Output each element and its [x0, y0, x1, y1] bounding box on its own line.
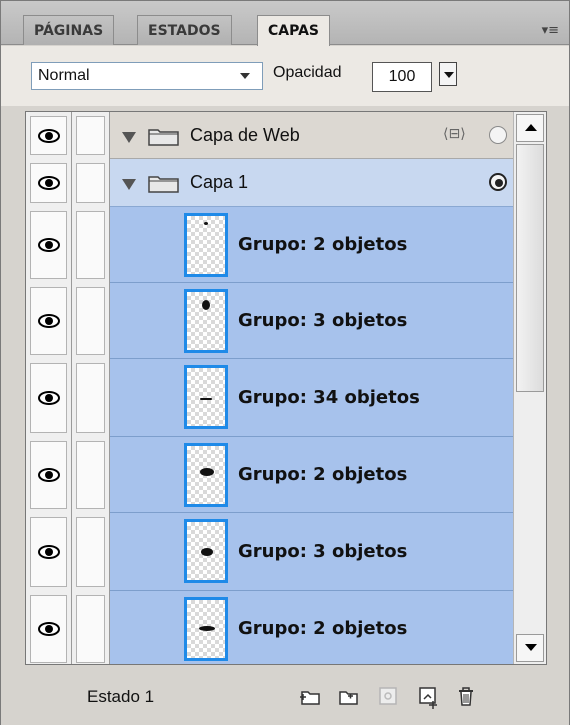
object-name: Grupo: 2 objetos [238, 233, 408, 255]
object-thumbnail [184, 365, 228, 429]
object-name: Grupo: 2 objetos [238, 463, 408, 485]
folder-icon [148, 129, 179, 146]
eye-icon [38, 468, 60, 482]
object-thumbnail [184, 519, 228, 583]
vertical-scrollbar[interactable] [513, 112, 546, 664]
eye-icon [38, 622, 60, 636]
lock-toggle[interactable] [72, 513, 110, 591]
visibility-toggle[interactable] [26, 159, 72, 207]
visibility-toggle[interactable] [26, 513, 72, 591]
panel-tab-bar: PÁGINAS ESTADOS CAPAS ▾≡ [1, 1, 569, 46]
tab-capas[interactable]: CAPAS [257, 15, 331, 46]
scroll-up-button[interactable] [516, 114, 544, 142]
visibility-toggle[interactable] [26, 283, 72, 359]
trash-icon[interactable] [453, 683, 479, 709]
layer-name: Capa 1 [190, 172, 249, 192]
layer-row-web[interactable]: Capa de Web ⟨⊟⟩ [26, 112, 513, 159]
object-name: Grupo: 3 objetos [238, 540, 408, 562]
new-sublayer-icon[interactable] [297, 683, 323, 709]
visibility-toggle[interactable] [26, 591, 72, 664]
folder-icon [148, 176, 179, 193]
object-row[interactable]: Grupo: 34 objetos [26, 359, 513, 437]
layer-main[interactable]: Capa 1 [110, 159, 513, 207]
expand-triangle-icon[interactable] [122, 132, 136, 143]
object-main[interactable]: Grupo: 3 objetos [110, 283, 513, 359]
eye-icon [38, 238, 60, 252]
visibility-toggle[interactable] [26, 359, 72, 437]
visibility-toggle[interactable] [26, 112, 72, 159]
scroll-down-button[interactable] [516, 634, 544, 662]
lock-toggle[interactable] [72, 112, 110, 159]
tab-paginas[interactable]: PÁGINAS [23, 15, 115, 45]
opacity-slider-button[interactable] [439, 62, 457, 86]
opacity-label: Opacidad [273, 64, 342, 81]
eye-icon [38, 176, 60, 190]
panel-status-bar: Estado 1 [1, 669, 569, 725]
opacity-input[interactable]: 100 [372, 62, 432, 92]
layer-main[interactable]: Capa de Web ⟨⊟⟩ [110, 112, 513, 159]
tab-estados[interactable]: ESTADOS [137, 15, 232, 45]
object-main[interactable]: Grupo: 2 objetos [110, 207, 513, 283]
layer-name: Capa de Web [190, 125, 300, 145]
share-layer-icon[interactable] [375, 683, 401, 709]
object-thumbnail [184, 289, 228, 353]
object-name: Grupo: 3 objetos [238, 309, 408, 331]
active-layer-radio[interactable] [489, 126, 507, 144]
object-row[interactable]: Grupo: 3 objetos [26, 513, 513, 591]
object-main[interactable]: Grupo: 3 objetos [110, 513, 513, 591]
lock-toggle[interactable] [72, 283, 110, 359]
web-layer-icon: ⟨⊟⟩ [443, 126, 466, 142]
object-row[interactable]: Grupo: 2 objetos [26, 437, 513, 513]
lock-toggle[interactable] [72, 591, 110, 664]
object-thumbnail [184, 443, 228, 507]
object-thumbnail [184, 213, 228, 277]
lock-toggle[interactable] [72, 437, 110, 513]
eye-icon [38, 391, 60, 405]
eye-icon [38, 128, 60, 143]
object-row[interactable]: Grupo: 2 objetos [26, 591, 513, 664]
visibility-toggle[interactable] [26, 207, 72, 283]
current-state-label: Estado 1 [87, 687, 155, 706]
object-row[interactable]: Grupo: 2 objetos [26, 207, 513, 283]
object-name: Grupo: 2 objetos [238, 617, 408, 639]
lock-toggle[interactable] [72, 207, 110, 283]
lock-toggle[interactable] [72, 359, 110, 437]
layers-list: Capa de Web ⟨⊟⟩ Capa 1 Grupo: 2 objetos … [25, 111, 547, 665]
object-name: Grupo: 34 objetos [238, 386, 420, 408]
blend-mode-value: Normal [38, 67, 90, 84]
active-layer-radio[interactable] [489, 173, 507, 191]
add-state-icon[interactable] [415, 683, 441, 709]
object-row[interactable]: Grupo: 3 objetos [26, 283, 513, 359]
blend-mode-select[interactable]: Normal [31, 62, 263, 90]
object-main[interactable]: Grupo: 2 objetos [110, 437, 513, 513]
eye-icon [38, 545, 60, 559]
layer-options-row: Normal Opacidad 100 [1, 46, 569, 106]
object-main[interactable]: Grupo: 2 objetos [110, 591, 513, 664]
new-layer-icon[interactable] [335, 683, 361, 709]
object-thumbnail [184, 597, 228, 661]
lock-toggle[interactable] [72, 159, 110, 207]
object-main[interactable]: Grupo: 34 objetos [110, 359, 513, 437]
chevron-down-icon [240, 73, 250, 79]
visibility-toggle[interactable] [26, 437, 72, 513]
scroll-thumb[interactable] [516, 144, 544, 392]
expand-triangle-icon[interactable] [122, 179, 136, 190]
layers-panel: PÁGINAS ESTADOS CAPAS ▾≡ Normal Opacidad… [0, 0, 570, 725]
layer-row-capa1[interactable]: Capa 1 [26, 159, 513, 207]
eye-icon [38, 314, 60, 328]
panel-menu-icon[interactable]: ▾≡ [542, 23, 559, 38]
